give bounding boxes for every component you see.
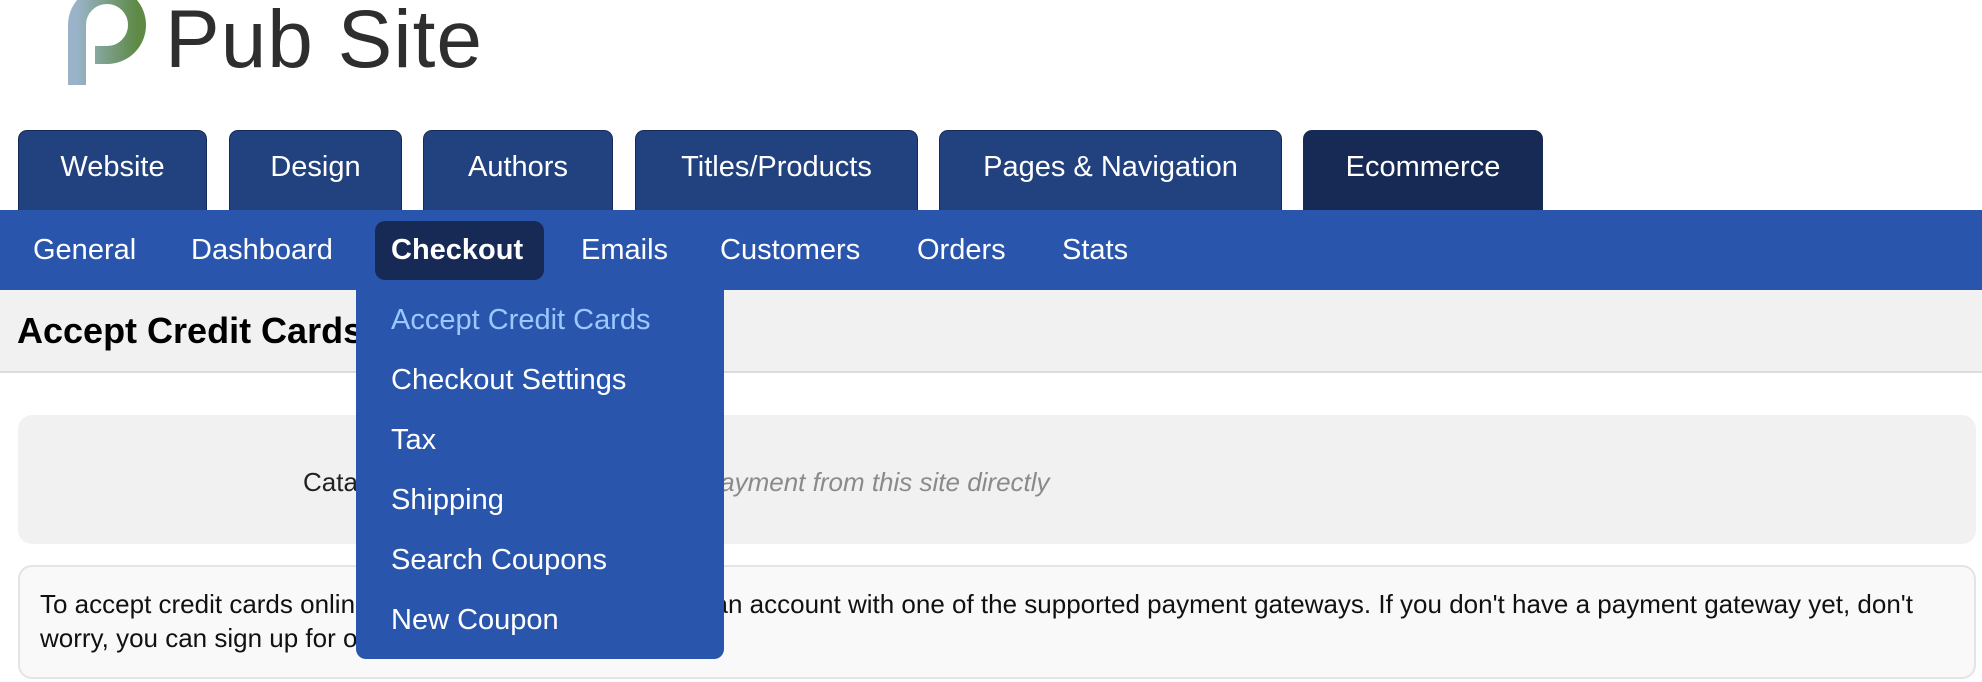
subnav-stats[interactable]: Stats <box>1046 221 1144 280</box>
subnav-general[interactable]: General <box>17 221 152 280</box>
subnav-dashboard[interactable]: Dashboard <box>175 221 349 280</box>
tab-authors[interactable]: Authors <box>423 130 613 210</box>
checkout-dropdown-menu: Accept Credit Cards Checkout Settings Ta… <box>356 290 724 659</box>
tab-design[interactable]: Design <box>229 130 402 210</box>
logo-mark-icon <box>55 0 155 85</box>
sub-navigation: General Dashboard Checkout Emails Custom… <box>0 210 1982 290</box>
subnav-customers[interactable]: Customers <box>704 221 876 280</box>
menu-item-checkout-settings[interactable]: Checkout Settings <box>391 364 626 397</box>
page-header: Accept Credit Cards <box>0 290 1982 373</box>
subnav-emails[interactable]: Emails <box>565 221 684 280</box>
subnav-orders[interactable]: Orders <box>901 221 1022 280</box>
subnav-checkout[interactable]: Checkout <box>375 221 544 280</box>
menu-item-accept-credit-cards[interactable]: Accept Credit Cards <box>391 304 651 337</box>
menu-item-tax[interactable]: Tax <box>391 424 436 457</box>
menu-item-shipping[interactable]: Shipping <box>391 484 504 517</box>
tab-website[interactable]: Website <box>18 130 207 210</box>
info-message: To accept credit cards online, you need … <box>18 565 1976 679</box>
menu-item-search-coupons[interactable]: Search Coupons <box>391 544 607 577</box>
catalog-mode-panel: Catalog Mode: Do not accept payment from… <box>18 415 1976 544</box>
page-title: Accept Credit Cards <box>17 310 364 351</box>
tab-pages-navigation[interactable]: Pages & Navigation <box>939 130 1282 210</box>
site-logo[interactable]: Pub Site <box>55 0 483 88</box>
menu-item-new-coupon[interactable]: New Coupon <box>391 604 559 637</box>
tab-titles-products[interactable]: Titles/Products <box>635 130 918 210</box>
tab-ecommerce[interactable]: Ecommerce <box>1303 130 1543 210</box>
logo-text: Pub Site <box>165 0 483 85</box>
